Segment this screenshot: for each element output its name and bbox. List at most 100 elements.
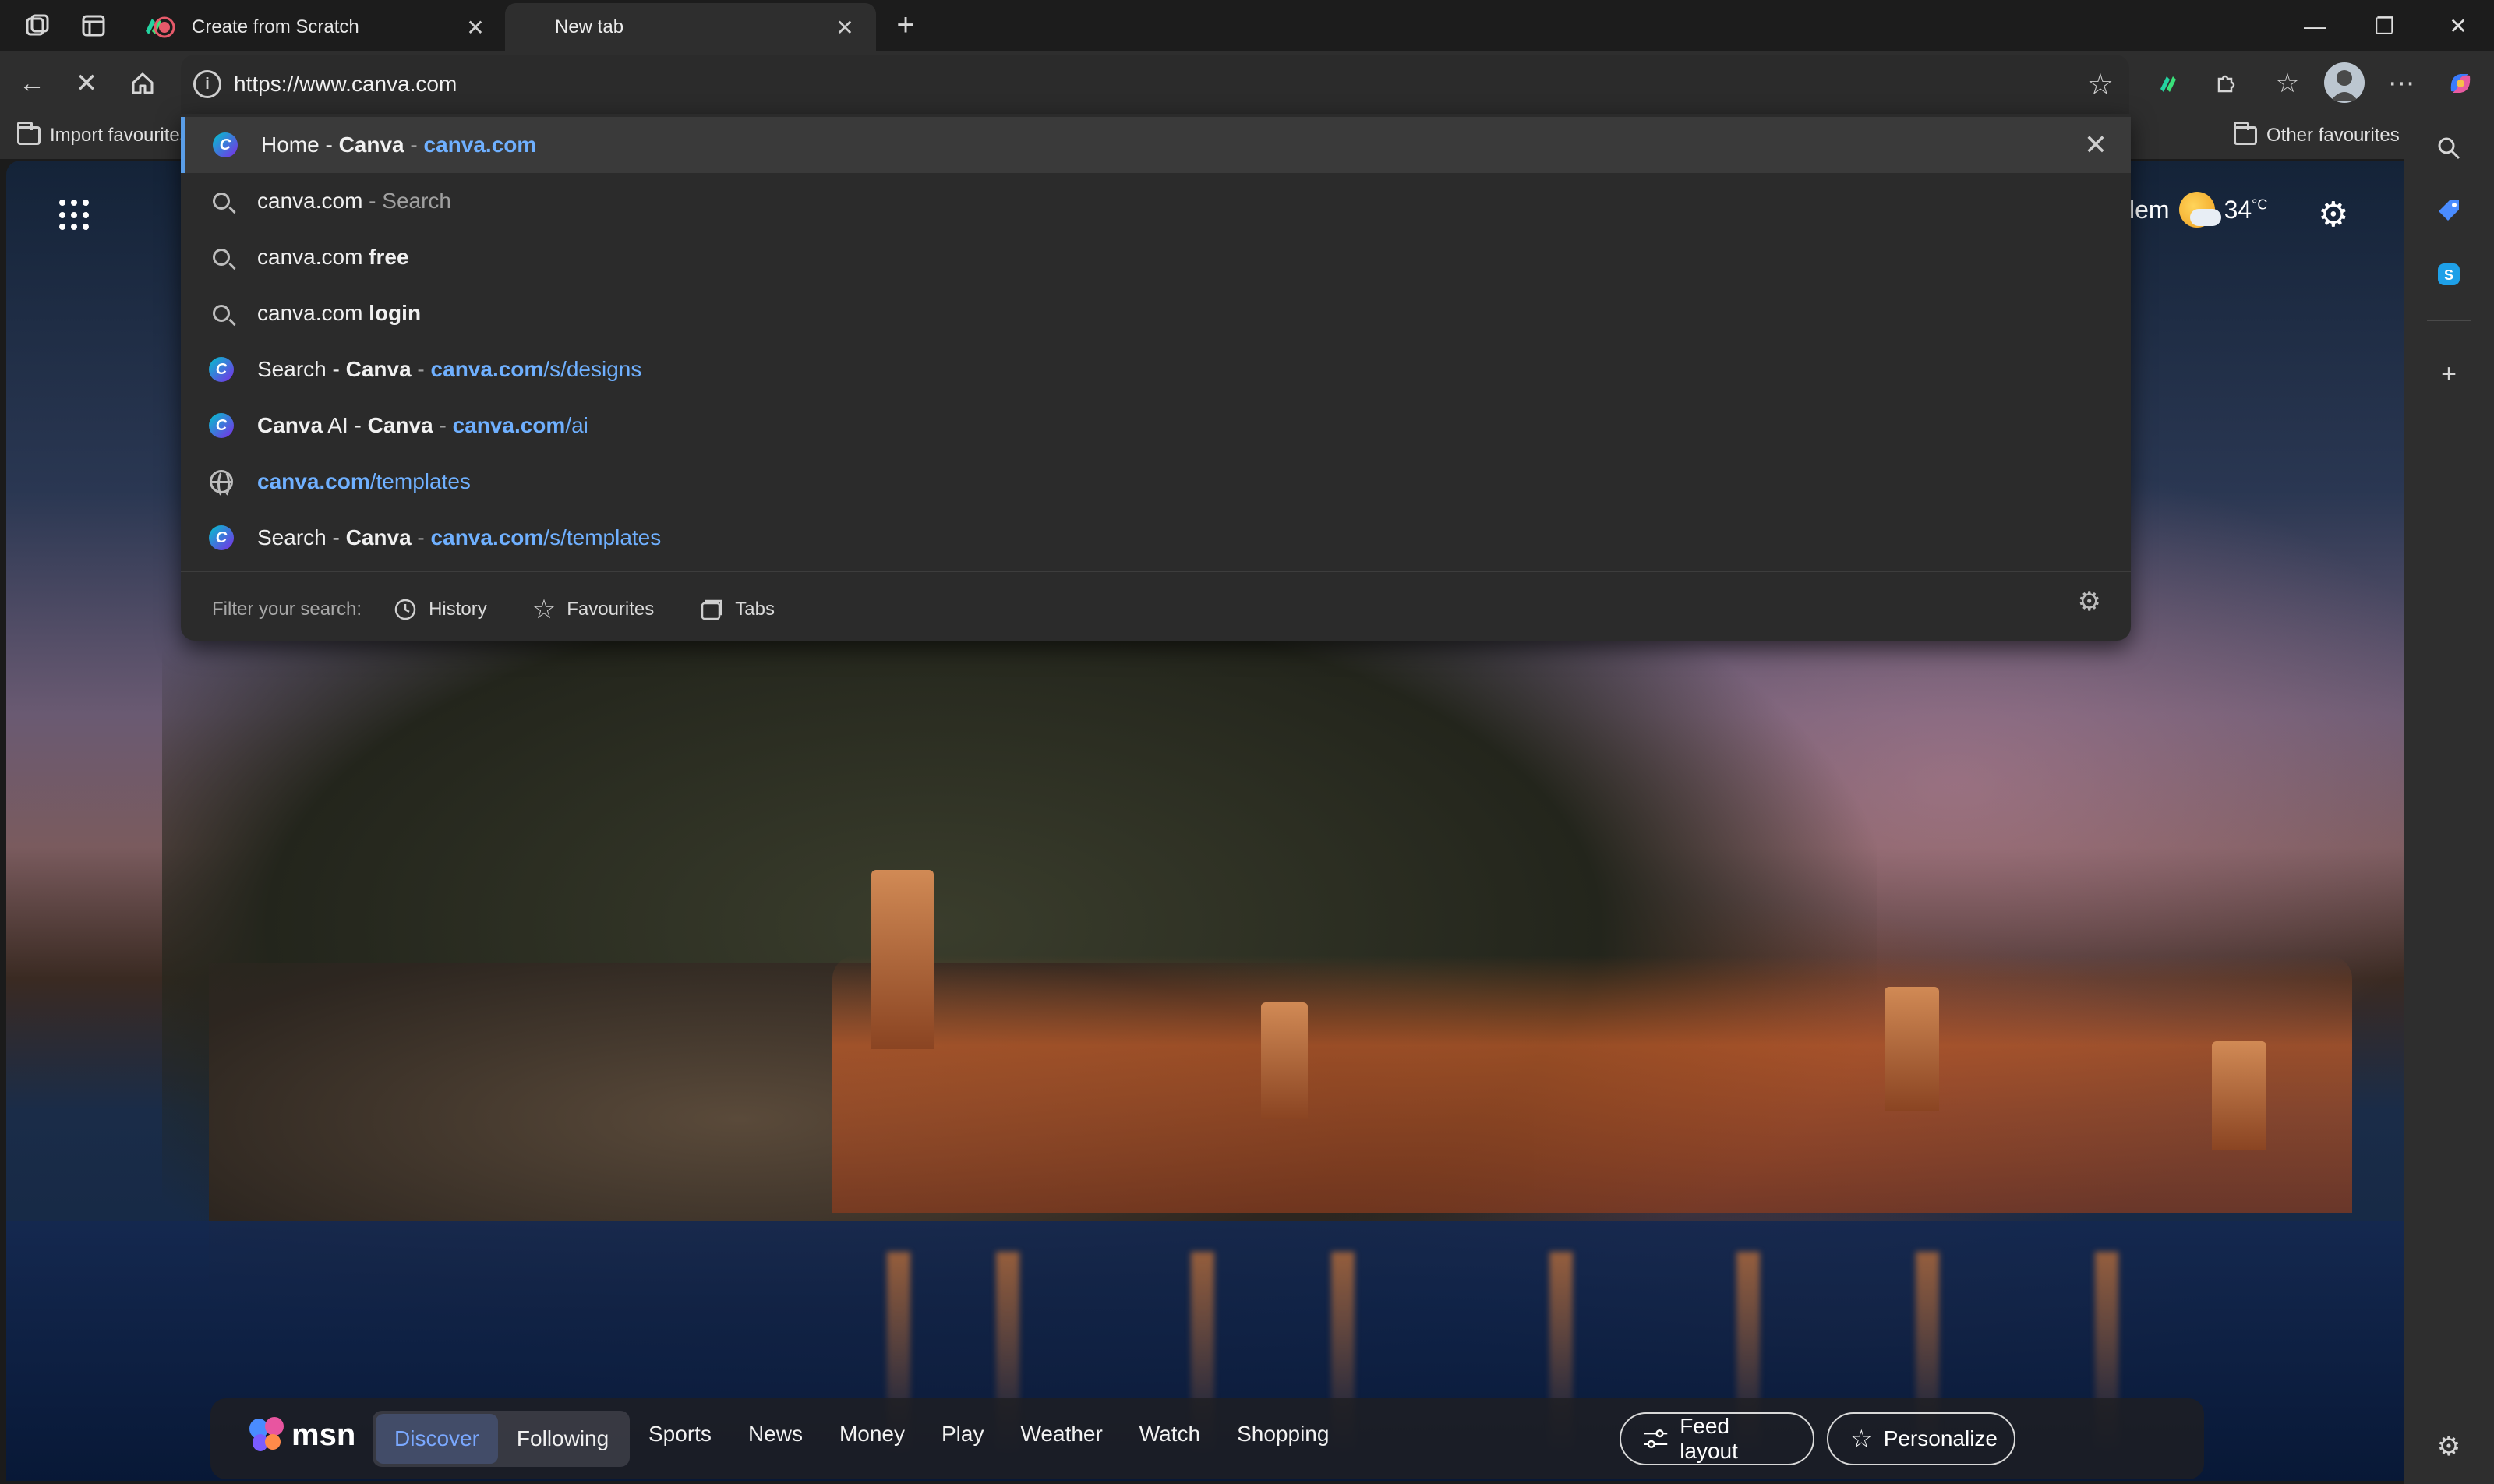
- more-options-icon[interactable]: ⋯: [2383, 65, 2419, 101]
- suggestion-item[interactable]: canva.com - Search: [181, 173, 2131, 229]
- home-button[interactable]: [125, 65, 161, 101]
- add-sidebar-app-icon[interactable]: +: [2432, 357, 2466, 391]
- sliders-icon: [1644, 1429, 1668, 1448]
- apps-launcher-icon[interactable]: [59, 200, 90, 231]
- personalize-button[interactable]: ☆ Personalize: [1827, 1412, 2015, 1465]
- nav-money[interactable]: Money: [839, 1422, 905, 1447]
- filter-tabs-button[interactable]: Tabs: [699, 597, 775, 622]
- page-settings-icon[interactable]: ⚙: [2318, 195, 2348, 235]
- svg-text:S: S: [2444, 267, 2453, 283]
- tab-new-tab[interactable]: New tab ✕: [505, 3, 876, 51]
- partly-sunny-icon: [2178, 192, 2221, 228]
- profile-avatar[interactable]: [2324, 62, 2365, 103]
- tab-discover[interactable]: Discover: [376, 1414, 498, 1464]
- tab-following[interactable]: Following: [498, 1414, 627, 1464]
- suggestion-item[interactable]: canva.com login: [181, 285, 2131, 341]
- nav-shopping[interactable]: Shopping: [1237, 1422, 1329, 1447]
- info-icon[interactable]: i: [193, 70, 221, 98]
- close-icon[interactable]: ✕: [832, 15, 857, 41]
- canva-icon: C: [207, 355, 235, 383]
- recording-icon: [151, 14, 178, 41]
- tabs-icon: [701, 599, 722, 620]
- search-icon: [207, 243, 235, 271]
- suggestion-text: canva.com login: [257, 301, 422, 325]
- new-tab-button[interactable]: +: [888, 8, 923, 42]
- suggestion-item[interactable]: C Canva AI - Canva - canva.com/ai: [181, 398, 2131, 454]
- address-suggestions-dropdown: C Home - Canva - canva.com ✕ canva.com - Se…: [181, 114, 2131, 641]
- nav-play[interactable]: Play: [941, 1422, 984, 1447]
- feed-layout-button[interactable]: Feed layout: [1620, 1412, 1814, 1465]
- weather-temp: 34°C: [2224, 195, 2268, 224]
- suggestion-text: canva.com/templates: [257, 469, 471, 493]
- extensions-puzzle-icon[interactable]: [2207, 65, 2243, 101]
- address-bar[interactable]: i https://www.canva.com ☆: [181, 55, 2129, 114]
- vertical-tabs-icon[interactable]: [78, 11, 109, 41]
- feed-layout-label: Feed layout: [1680, 1414, 1738, 1463]
- canva-icon: C: [211, 131, 239, 159]
- restore-button[interactable]: ❐: [2362, 9, 2408, 44]
- extension-icon[interactable]: [2150, 65, 2185, 101]
- tab-strip: Create from Scratch ✕ New tab ✕ + — ❐ ✕: [0, 0, 2494, 51]
- canva-icon: C: [207, 524, 235, 552]
- msn-logo[interactable]: msn: [248, 1415, 355, 1454]
- nav-news[interactable]: News: [748, 1422, 803, 1447]
- msn-wordmark: msn: [291, 1417, 356, 1452]
- folder-icon: [2234, 122, 2257, 145]
- close-icon[interactable]: ✕: [463, 15, 488, 41]
- history-icon: [394, 599, 416, 620]
- tab-create-from-scratch[interactable]: Create from Scratch ✕: [132, 3, 507, 51]
- dropdown-divider: [181, 571, 2131, 572]
- workspaces-icon[interactable]: [22, 11, 53, 41]
- suggestion-text: Search - Canva - canva.com/s/templates: [257, 525, 662, 549]
- feed-toggle: Discover Following: [373, 1411, 630, 1467]
- favorite-star-icon[interactable]: ☆: [2087, 67, 2114, 102]
- search-settings-icon[interactable]: ⚙: [2078, 586, 2101, 617]
- copilot-icon[interactable]: [2443, 65, 2478, 101]
- msn-butterfly-icon: [248, 1415, 287, 1454]
- toolbar: ← ✕ i https://www.canva.com ☆ ☆ ⋯: [0, 51, 2494, 115]
- filter-favourites-button[interactable]: ☆ Favourites: [532, 594, 655, 625]
- filter-history-button[interactable]: History: [393, 597, 487, 622]
- suggestion-item[interactable]: C Home - Canva - canva.com ✕: [181, 117, 2131, 173]
- filter-label: Filter your search:: [212, 599, 362, 620]
- suggestion-item[interactable]: canva.com free: [181, 229, 2131, 285]
- url-text[interactable]: https://www.canva.com: [234, 72, 457, 97]
- import-favourites-button[interactable]: Import favourites: [17, 122, 189, 147]
- suggestion-item[interactable]: C Search - Canva - canva.com/s/designs: [181, 341, 2131, 398]
- canva-icon: C: [207, 412, 235, 440]
- window-close-button[interactable]: ✕: [2435, 9, 2482, 44]
- weather-widget[interactable]: lem 34°C: [2129, 192, 2267, 228]
- sparkle-star-icon: ☆: [1850, 1425, 1873, 1453]
- search-icon: [207, 299, 235, 327]
- edge-sidebar: S + ⚙: [2404, 115, 2494, 1484]
- suggestion-text: Canva AI - Canva - canva.com/ai: [257, 413, 588, 437]
- suggestion-item[interactable]: C Search - Canva - canva.com/s/templates: [181, 510, 2131, 566]
- suggestion-text: canva.com - Search: [257, 189, 452, 213]
- sidebar-settings-icon[interactable]: ⚙: [2432, 1429, 2466, 1464]
- personalize-label: Personalize: [1883, 1426, 1998, 1450]
- filter-row: Filter your search: History ☆ Favourites…: [212, 594, 820, 625]
- nav-watch[interactable]: Watch: [1139, 1422, 1200, 1447]
- suggestion-item[interactable]: canva.com/templates: [181, 454, 2131, 510]
- weather-location: lem: [2129, 195, 2170, 224]
- tab-title: Create from Scratch: [192, 16, 359, 37]
- back-button[interactable]: ←: [14, 65, 50, 101]
- nav-sports[interactable]: Sports: [648, 1422, 712, 1447]
- stop-loading-button[interactable]: ✕: [69, 65, 104, 101]
- remove-suggestion-icon[interactable]: ✕: [2084, 129, 2107, 161]
- suggestion-text: canva.com free: [257, 245, 409, 269]
- import-icon: [17, 122, 41, 145]
- star-icon: ☆: [532, 595, 556, 624]
- suggestion-text: Home - Canva - canva.com: [261, 132, 537, 157]
- minimize-button[interactable]: —: [2291, 9, 2338, 44]
- msn-categories: Sports News Money Play Weather Watch Sho…: [648, 1422, 1329, 1447]
- skype-icon[interactable]: S: [2432, 257, 2466, 292]
- sidebar-search-icon[interactable]: [2432, 131, 2466, 165]
- favorites-icon[interactable]: ☆: [2270, 65, 2305, 101]
- shopping-tag-icon[interactable]: [2432, 193, 2466, 228]
- other-favourites-label: Other favourites: [2266, 125, 2400, 146]
- other-favourites-button[interactable]: Other favourites: [2234, 122, 2400, 147]
- nav-weather[interactable]: Weather: [1020, 1422, 1102, 1447]
- suggestion-text: Search - Canva - canva.com/s/designs: [257, 357, 642, 381]
- search-icon: [207, 187, 235, 215]
